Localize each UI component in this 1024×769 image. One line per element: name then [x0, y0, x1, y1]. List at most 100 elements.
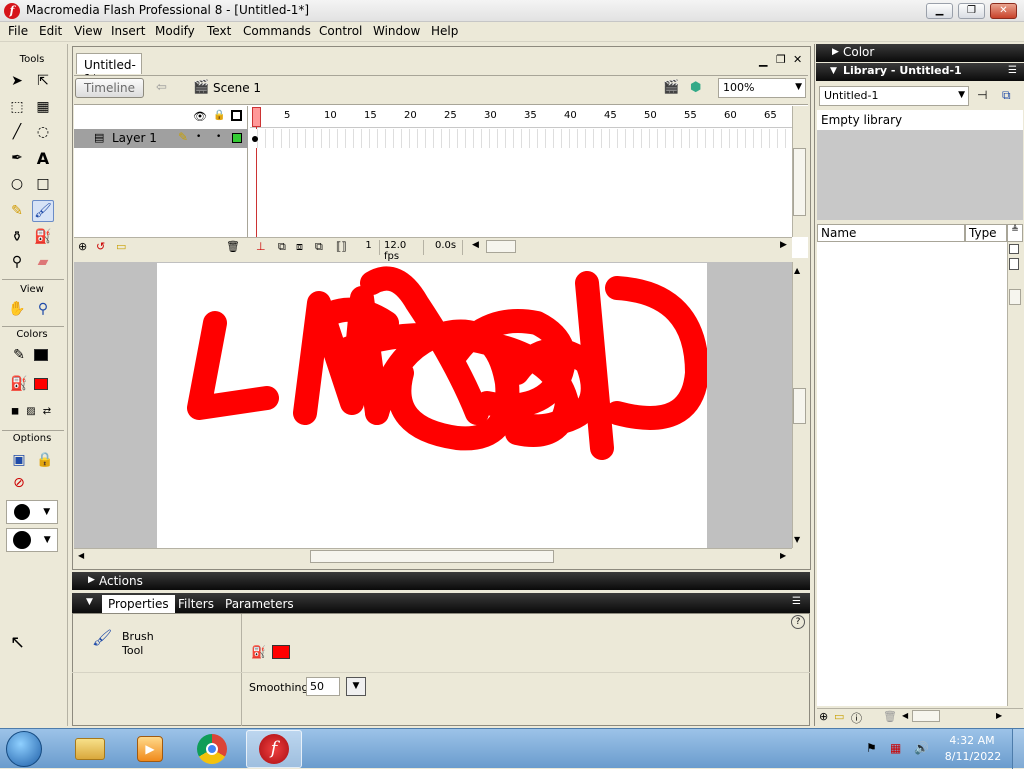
library-hscroll-thumb[interactable]: [912, 710, 940, 722]
tab-filters[interactable]: Filters: [178, 597, 214, 611]
delete-icon[interactable]: 🗑: [883, 710, 897, 723]
flash-taskbar-icon[interactable]: f: [246, 730, 302, 768]
rectangle-tool-icon[interactable]: □: [32, 173, 54, 195]
wide-view-icon[interactable]: [1009, 244, 1019, 254]
help-icon[interactable]: ?: [791, 615, 805, 629]
center-frame-icon[interactable]: ⊥: [256, 240, 266, 253]
stage-vscroll-thumb[interactable]: [793, 388, 806, 424]
menu-text[interactable]: Text: [207, 24, 231, 38]
menu-edit[interactable]: Edit: [39, 24, 62, 38]
keyframe-dot[interactable]: [252, 136, 258, 142]
properties-icon[interactable]: ⓘ: [851, 710, 862, 726]
edit-scene-icon[interactable]: 🎬: [663, 80, 679, 95]
tab-properties[interactable]: Properties: [102, 595, 175, 613]
eye-icon[interactable]: 👁: [193, 110, 207, 123]
menu-help[interactable]: Help: [431, 24, 458, 38]
brush-size-dropdown[interactable]: ▼: [6, 500, 58, 524]
visible-dot-icon[interactable]: •: [196, 132, 201, 142]
menu-file[interactable]: File: [8, 24, 28, 38]
add-folder-icon[interactable]: ▭: [116, 240, 126, 253]
menu-insert[interactable]: Insert: [111, 24, 145, 38]
scroll-left-icon[interactable]: ◀: [472, 240, 479, 250]
menu-modify[interactable]: Modify: [155, 24, 195, 38]
eraser-tool-icon[interactable]: ▰: [32, 251, 54, 273]
new-library-icon[interactable]: ⧉: [1002, 88, 1011, 103]
timeline-hscroll-thumb[interactable]: [486, 240, 516, 253]
document-tab[interactable]: Untitled-1*: [76, 53, 142, 86]
zoom-tool-icon[interactable]: ⚲: [32, 298, 54, 320]
color-panel-header[interactable]: ▶ Color: [816, 44, 1024, 62]
zoom-select[interactable]: 100% ▼: [718, 78, 806, 98]
clock-date[interactable]: 8/11/2022: [940, 750, 1006, 763]
smoothing-input[interactable]: 50: [306, 677, 340, 696]
menu-view[interactable]: View: [74, 24, 102, 38]
narrow-view-icon[interactable]: [1009, 258, 1019, 270]
library-vscroll-thumb[interactable]: [1009, 289, 1021, 305]
sort-order-icon[interactable]: ≜: [1007, 224, 1023, 242]
restore-button[interactable]: ❐: [958, 3, 985, 19]
tab-parameters[interactable]: Parameters: [225, 597, 294, 611]
scroll-right-icon[interactable]: ▶: [780, 240, 787, 250]
swap-colors-icon[interactable]: ⇄: [36, 400, 58, 422]
lock-icon[interactable]: 🔒: [213, 110, 225, 121]
text-tool-icon[interactable]: A: [32, 147, 54, 169]
ink-bottle-tool-icon[interactable]: ⚱: [6, 226, 28, 248]
layer-row[interactable]: ▤ Layer 1 ✎ • •: [74, 129, 248, 148]
network-icon[interactable]: ▦: [890, 741, 901, 755]
pin-library-icon[interactable]: ⊣: [977, 88, 987, 102]
library-vscroll[interactable]: [1007, 242, 1023, 706]
minimize-button[interactable]: ▁: [926, 3, 953, 19]
action-center-icon[interactable]: ⚑: [866, 741, 877, 755]
stage-hscroll-thumb[interactable]: [310, 550, 554, 563]
line-tool-icon[interactable]: ╱: [6, 121, 28, 143]
collapse-arrow-icon[interactable]: ▼: [86, 597, 93, 607]
doc-close-icon[interactable]: ✕: [793, 53, 802, 66]
menu-window[interactable]: Window: [373, 24, 420, 38]
layer-color-icon[interactable]: [232, 133, 242, 143]
panel-menu-icon[interactable]: ☰: [1008, 65, 1017, 76]
chrome-taskbar-icon[interactable]: [184, 730, 240, 768]
timeline-vscroll-thumb[interactable]: [793, 148, 806, 216]
library-select[interactable]: Untitled-1 ▼: [819, 86, 969, 106]
lasso-tool-icon[interactable]: ◌: [32, 121, 54, 143]
paint-bucket-tool-icon[interactable]: ⛽: [32, 226, 54, 248]
menu-control[interactable]: Control: [319, 24, 362, 38]
timeline-toggle-button[interactable]: Timeline: [75, 78, 144, 98]
selection-tool-icon[interactable]: ➤: [6, 70, 28, 92]
edit-symbols-icon[interactable]: ⬢: [690, 80, 701, 95]
menu-commands[interactable]: Commands: [243, 24, 311, 38]
pen-tool-icon[interactable]: ✒: [6, 147, 28, 169]
scroll-left-icon[interactable]: ◀: [78, 551, 84, 560]
panel-menu-icon[interactable]: ☰: [792, 596, 801, 607]
edit-multiple-icon[interactable]: ⧉: [315, 240, 323, 254]
new-folder-icon[interactable]: ▭: [834, 710, 844, 723]
library-list[interactable]: [817, 242, 1007, 706]
show-desktop-button[interactable]: [1012, 729, 1024, 769]
column-name-header[interactable]: Name: [817, 224, 965, 242]
smoothing-dropdown-icon[interactable]: ▼: [346, 677, 366, 696]
onion-skin-icon[interactable]: ⧉: [278, 240, 286, 254]
clock-time[interactable]: 4:32 AM: [946, 734, 998, 747]
gradient-transform-tool-icon[interactable]: ▦: [32, 96, 54, 118]
modify-markers-icon[interactable]: ⟦⟧: [336, 240, 347, 253]
delete-layer-icon[interactable]: 🗑: [226, 240, 240, 253]
library-panel-header[interactable]: ▼ Library - Untitled-1 ☰: [816, 63, 1024, 81]
playhead[interactable]: [252, 107, 261, 127]
frame-ruler[interactable]: 1 5 10 15 20 25 30 35 40 45 50 55 60 65: [250, 106, 792, 128]
frame-row[interactable]: [250, 129, 792, 148]
eyedropper-tool-icon[interactable]: ⚲: [6, 251, 28, 273]
onion-outline-icon[interactable]: ⧈: [296, 240, 303, 254]
scroll-right-icon[interactable]: ▶: [996, 711, 1002, 720]
lock-fill-icon[interactable]: 🔒: [34, 449, 56, 471]
hand-tool-icon[interactable]: ✋: [6, 298, 28, 320]
pencil-tool-icon[interactable]: ✎: [6, 200, 28, 222]
fill-color-picker[interactable]: [272, 645, 290, 659]
subselection-tool-icon[interactable]: ⇱: [32, 70, 54, 92]
outline-icon[interactable]: [231, 110, 242, 121]
add-guide-icon[interactable]: ↺: [96, 240, 105, 253]
brush-shape-dropdown[interactable]: ▼: [6, 528, 58, 552]
scroll-up-icon[interactable]: ▲: [794, 266, 800, 275]
scroll-right-icon[interactable]: ▶: [780, 551, 786, 560]
stage-canvas[interactable]: [157, 263, 707, 548]
oval-tool-icon[interactable]: ○: [6, 173, 28, 195]
